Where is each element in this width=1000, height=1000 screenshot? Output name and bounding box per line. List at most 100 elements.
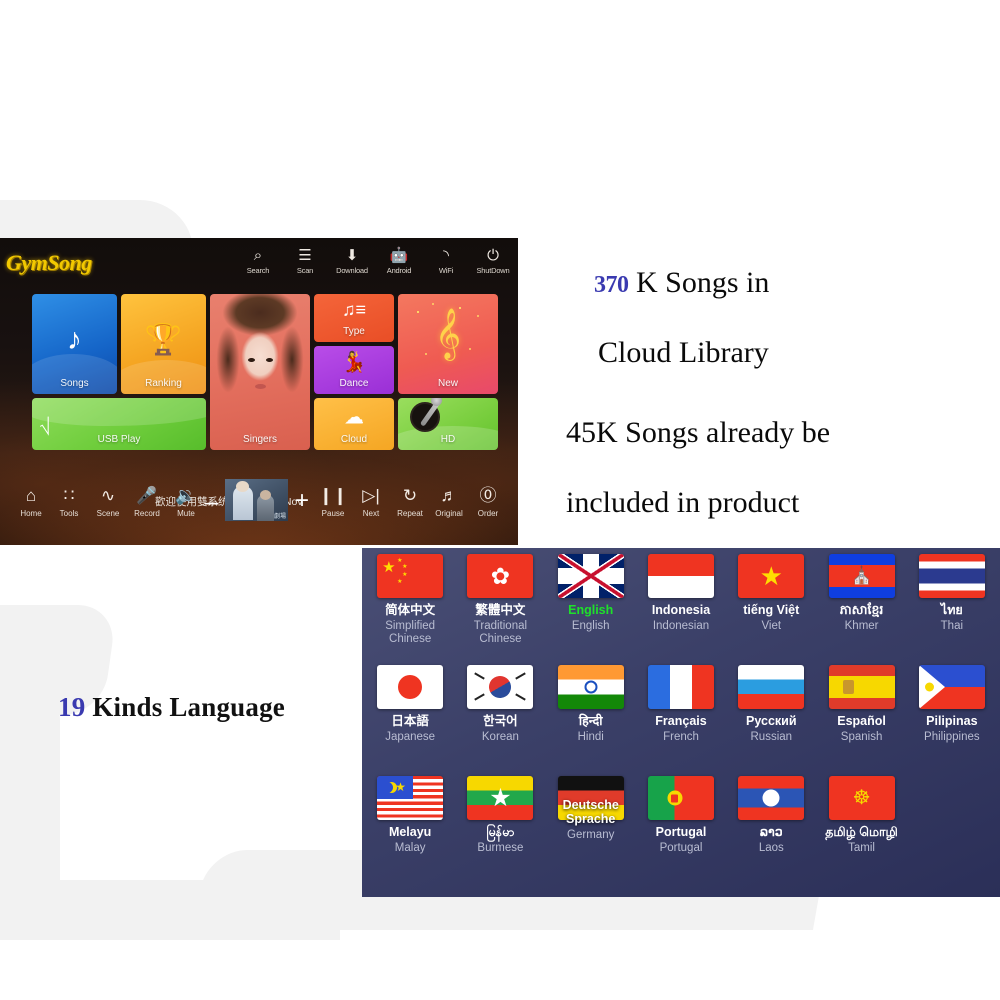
tile-new[interactable]: 𝄞 New — [398, 294, 498, 394]
header-search-button[interactable]: ⌕ Search — [241, 247, 275, 275]
language-native-name: Portugal — [655, 825, 707, 839]
language-option-spanish[interactable]: Español Spanish — [816, 665, 906, 776]
volume-up-button[interactable]: + — [295, 489, 309, 513]
song-count-rest: K Songs in — [628, 266, 770, 299]
karaoke-bottom-toolbar: ⌂ Home ∷ Tools ∿ Scene 🎤 Record 🔉 Mute – 劇場 + ❙❙ P… — [0, 467, 518, 545]
language-english-name: Hindi — [577, 731, 604, 743]
trophy-icon: 🏆 — [144, 323, 183, 357]
repeat-icon: ↻ — [402, 485, 418, 505]
india-flag — [557, 665, 624, 709]
language-option-indonesian[interactable]: Indonesia Indonesian — [636, 554, 726, 665]
language-option-simplified-chinese[interactable]: ★ ★ ★ ★ ★ 简体中文 Simplified Chinese — [365, 554, 455, 665]
header-icon-label: Search — [246, 266, 270, 275]
music-list-icon: ♫≡ — [341, 299, 366, 320]
tile-singers[interactable]: Singers — [210, 294, 310, 450]
singer-portrait — [210, 294, 310, 450]
language-native-name: தமிழ் மொழி — [825, 825, 898, 839]
japan-flag — [377, 665, 444, 709]
language-native-name: tiếng Việt — [743, 603, 800, 617]
language-option-french[interactable]: Français French — [636, 665, 726, 776]
toolbar-order-count-button[interactable]: ⓪ Order — [465, 485, 511, 519]
language-option-khmer[interactable]: ⛪ ភាសាខ្មែរ Khmer — [816, 554, 906, 665]
microphone-icon: 🎤 — [136, 485, 158, 505]
usb-drive-icon: ⎷ — [40, 418, 51, 436]
volume-down-button[interactable]: – — [205, 491, 218, 515]
toolbar-speaker-button[interactable]: 🔉 Mute — [163, 485, 209, 519]
language-native-name: 日本語 — [391, 714, 429, 728]
header-wifi-button[interactable]: ◝ WiFi — [429, 247, 463, 275]
language-english-name: Traditional Chinese — [473, 620, 528, 645]
tile-cloud[interactable]: ☁ Cloud — [314, 398, 394, 450]
treble-clef-icon: 𝄞 — [434, 309, 461, 358]
language-option-portugal[interactable]: Portugal Portugal — [636, 776, 726, 887]
myanmar-flag: ★ — [467, 776, 534, 820]
language-native-name: हिन्दी — [578, 714, 603, 728]
header-icon-label: WiFi — [438, 266, 454, 275]
tile-dance[interactable]: 💃 Dance — [314, 346, 394, 394]
language-english-name: Russian — [750, 731, 793, 743]
kinds-language-heading: 19 Kinds Language — [58, 692, 285, 723]
header-download-button[interactable]: ⬇ Download — [335, 247, 369, 275]
download-icon: ⬇ — [345, 247, 359, 264]
pause-icon: ❙❙ — [318, 485, 348, 505]
tile-hd-label: HD — [440, 434, 456, 445]
preview-caption: 劇場 — [273, 514, 286, 520]
portugal-flag — [647, 776, 714, 820]
tile-hd[interactable]: HD — [398, 398, 498, 450]
language-english-name: Korean — [481, 731, 519, 743]
language-option-tamil[interactable]: ☸ தமிழ் மொழி Tamil — [816, 776, 906, 887]
portrait-eye-right — [266, 357, 273, 362]
header-android-button[interactable]: 🤖 Android — [382, 247, 416, 275]
song-count-number: 370 — [594, 272, 629, 298]
tile-ranking[interactable]: 🏆 Ranking — [121, 294, 206, 394]
tile-type[interactable]: ♫≡ Type — [314, 294, 394, 342]
karaoke-tile-grid: ♪ Songs 🏆 Ranking Singers ♫≡ Type 💃 Danc… — [32, 294, 498, 450]
language-english-name: Malay — [394, 842, 426, 854]
toolbar-button-label: Scene — [96, 509, 120, 518]
language-option-russian[interactable]: Русский Russian — [726, 665, 816, 776]
header-scan-button[interactable]: ☰ Scan — [288, 247, 322, 275]
header-power-button[interactable]: ⏻ ShutDown — [476, 247, 510, 275]
language-option-laos[interactable]: ລາວ Laos — [726, 776, 816, 887]
scan-icon: ☰ — [298, 247, 312, 264]
language-native-name: Deutsche Sprache — [562, 798, 619, 826]
language-option-english[interactable]: English English — [546, 554, 636, 665]
tile-songs-label: Songs — [60, 378, 89, 389]
language-native-name: 한국어 — [483, 714, 518, 728]
power-icon: ⏻ — [487, 247, 499, 264]
language-option-philippines[interactable]: Pilipinas Philippines — [907, 665, 997, 776]
android-icon: 🤖 — [389, 247, 409, 264]
philippines-flag — [918, 665, 985, 709]
language-native-name: ລາວ — [759, 825, 783, 839]
language-selection-panel: ★ ★ ★ ★ ★ 简体中文 Simplified Chinese ✿ 繁體中文 Traditio… — [362, 548, 1000, 897]
language-option-germany[interactable]: Deutsche Sprache Germany — [546, 776, 636, 887]
toolbar-button-label: Tools — [59, 509, 79, 518]
language-option-thai[interactable]: ไทย Thai — [907, 554, 997, 665]
karaoke-header-icons: ⌕ Search ☰ Scan ⬇ Download 🤖 Android ◝ WiFi ⏻ ShutD… — [241, 247, 510, 275]
now-playing-preview[interactable]: 劇場 — [225, 479, 288, 521]
header-icon-label: Android — [386, 266, 412, 275]
tile-songs[interactable]: ♪ Songs — [32, 294, 117, 394]
language-option-korean[interactable]: 한국어 Korean — [455, 665, 545, 776]
language-english-name: Spanish — [840, 731, 883, 743]
tile-usb-play[interactable]: ⎷ USB Play — [32, 398, 206, 450]
language-option-traditional-chinese[interactable]: ✿ 繁體中文 Traditional Chinese — [455, 554, 545, 665]
language-english-name: Burmese — [477, 842, 524, 854]
language-option-burmese[interactable]: ★ မြန်မာ Burmese — [455, 776, 545, 887]
language-native-name: English — [568, 603, 614, 617]
tile-dance-label: Dance — [339, 378, 369, 389]
china-flag: ★ ★ ★ ★ ★ — [377, 554, 444, 598]
toolbar-button-label: Repeat — [397, 509, 423, 518]
language-option-malay[interactable]: ★ Melayu Malay — [365, 776, 455, 887]
tile-cloud-label: Cloud — [340, 434, 368, 445]
tools-grid-icon: ∷ — [63, 485, 75, 505]
language-option-japanese[interactable]: 日本語 Japanese — [365, 665, 455, 776]
indonesia-flag — [647, 554, 714, 598]
language-english-name: Germany — [567, 829, 615, 841]
karaoke-header: GymSong ⌕ Search ☰ Scan ⬇ Download 🤖 Android ◝ Wi… — [0, 238, 518, 288]
toolbar-button-label: Mute — [177, 509, 195, 518]
language-option-hindi[interactable]: हिन्दी Hindi — [546, 665, 636, 776]
language-option-viet[interactable]: ★ tiếng Việt Viet — [726, 554, 816, 665]
cambodia-flag: ⛪ — [828, 554, 895, 598]
order-count-icon: ⓪ — [479, 485, 497, 505]
